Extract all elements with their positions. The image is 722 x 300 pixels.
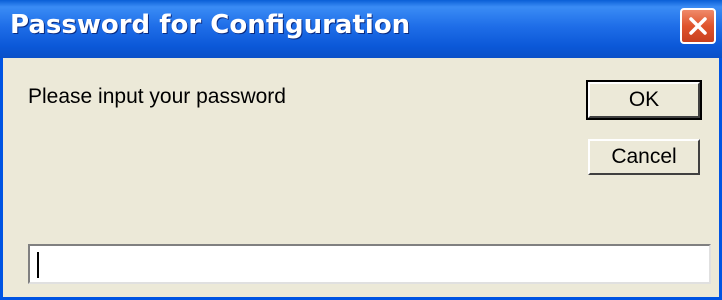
close-button[interactable] <box>680 8 716 44</box>
dialog-title: Password for Configuration <box>10 10 411 40</box>
password-dialog: Password for Configuration Please input … <box>0 0 722 300</box>
close-icon <box>689 17 707 35</box>
password-prompt-label: Please input your password <box>28 85 286 108</box>
title-bar[interactable]: Password for Configuration <box>0 0 722 58</box>
text-caret <box>37 252 39 278</box>
ok-button[interactable]: OK <box>586 80 702 120</box>
password-input[interactable] <box>28 244 711 284</box>
cancel-button[interactable]: Cancel <box>588 139 700 175</box>
